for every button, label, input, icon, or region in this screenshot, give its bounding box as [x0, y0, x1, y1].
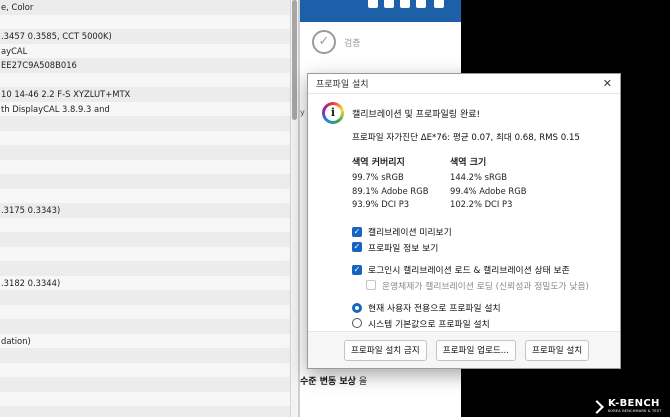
- info-row: .3182 0.3344): [0, 275, 290, 290]
- gamut-coverage-value: 93.9% DCI P3: [352, 199, 410, 210]
- gamut-coverage-value: 89.1% Adobe RGB: [352, 185, 429, 196]
- do-not-install-button[interactable]: 프로파일 설치 금지: [344, 339, 427, 361]
- toolbar-icon[interactable]: [400, 0, 410, 8]
- gamut-volume: 색역 크기 144.2% sRGB 99.4% Adobe RGB 102.2%…: [450, 155, 528, 212]
- info-row: .3175 0.3343): [0, 203, 290, 218]
- toolbar-icon[interactable]: [416, 0, 426, 8]
- gamut-coverage-value: 99.7% sRGB: [352, 172, 404, 182]
- self-check-result: 프로파일 자가진단 ΔE*76: 평균 0.07, 최대 0.68, RMS 0…: [352, 133, 580, 143]
- os-loading-label: 운영체제가 캘리브레이션 로딩 (신뢰성과 정밀도가 낮음): [382, 281, 589, 292]
- logo-tag: KOREA BENCHMARK & TEST: [608, 408, 662, 413]
- install-current-user-radio[interactable]: 현재 사용자 전용으로 프로파일 설치: [352, 300, 608, 316]
- install-profile-button[interactable]: 프로파일 설치: [525, 339, 590, 361]
- profile-info-panel: e, Color .3457 0.3585, CCT 5000K) ayCAL EE2…: [0, 0, 290, 417]
- gamut-volume-value: 99.4% Adobe RGB: [450, 185, 527, 196]
- gamut-summary: 색역 커버리지 99.7% sRGB 89.1% Adobe RGB 93.9%…: [352, 155, 608, 212]
- text-fragment: y: [300, 108, 305, 117]
- info-glyph: i: [325, 105, 341, 121]
- logo-mark-icon: [590, 400, 604, 414]
- info-row: th DisplayCAL 3.8.9.3 and: [0, 101, 290, 116]
- checkbox-unchecked-icon: [366, 280, 376, 291]
- completion-message: 캘리브레이션 및 프로파일링 완료!: [352, 109, 481, 120]
- toolbar-icon[interactable]: [384, 0, 394, 8]
- displaycal-info-icon: i: [322, 102, 344, 124]
- install-system-default-label: 시스템 기본값으로 프로파일 설치: [368, 319, 490, 330]
- info-row: e, Color: [0, 0, 290, 15]
- info-row: [0, 348, 290, 363]
- kbench-logo: K-BENCH KOREA BENCHMARK & TEST: [590, 396, 662, 414]
- scrollbar-thumb[interactable]: [292, 0, 297, 120]
- dialog-title: 프로파일 설치: [316, 80, 369, 90]
- info-row: [0, 130, 290, 145]
- info-row: [0, 246, 290, 261]
- info-row: [0, 362, 290, 377]
- info-row: [0, 391, 290, 406]
- preview-calibration-label: 캘리브레이션 미리보기: [368, 228, 452, 239]
- info-row: [0, 217, 290, 232]
- compensation-text: 수준 변동 보상 을: [300, 374, 367, 387]
- gamut-volume-header: 색역 크기: [450, 158, 487, 168]
- toolbar-icon[interactable]: [368, 0, 378, 8]
- verify-step-label: 검증: [344, 38, 361, 49]
- toolbar-icon[interactable]: [434, 0, 444, 8]
- radio-unselected-icon: [352, 318, 362, 329]
- verify-step[interactable]: ✓ 검증: [312, 30, 361, 54]
- checkbox-checked-icon: ✓: [352, 242, 362, 253]
- profile-install-dialog: 프로파일 설치 ✕ i 캘리브레이션 및 프로파일링 완료! 프로파일 자가진단…: [307, 73, 621, 369]
- info-row: 10 14-46 2.2 F-S XYZLUT+MTX: [0, 87, 290, 102]
- info-row: [0, 406, 290, 417]
- info-row: [0, 377, 290, 392]
- gamut-coverage: 색역 커버리지 99.7% sRGB 89.1% Adobe RGB 93.9%…: [352, 155, 430, 212]
- gamut-coverage-header: 색역 커버리지: [352, 158, 405, 168]
- info-row: [0, 232, 290, 247]
- info-panel-scrollbar[interactable]: [290, 0, 298, 417]
- info-row: [0, 72, 290, 87]
- checkbox-checked-icon: ✓: [352, 226, 362, 237]
- install-current-user-label: 현재 사용자 전용으로 프로파일 설치: [368, 304, 501, 315]
- info-row: .3457 0.3585, CCT 5000K): [0, 29, 290, 44]
- logo-name: K-BENCH: [608, 397, 660, 409]
- load-on-login-checkbox[interactable]: ✓ 로그인시 캘리브레이션 로드 & 캘리브레이션 상태 보존: [352, 262, 608, 278]
- upload-profile-button[interactable]: 프로파일 업로드...: [435, 339, 516, 361]
- os-loading-checkbox[interactable]: 운영체제가 캘리브레이션 로딩 (신뢰성과 정밀도가 낮음): [366, 277, 608, 293]
- app-title-bar: [300, 0, 461, 22]
- info-row: [0, 159, 290, 174]
- info-row: [0, 290, 290, 305]
- profile-info-checkbox[interactable]: ✓ 프로파일 정보 보기: [352, 239, 608, 255]
- dialog-button-bar: 프로파일 설치 금지 프로파일 업로드... 프로파일 설치: [308, 331, 620, 368]
- compensation-bold: 수준 변동 보상: [300, 377, 356, 387]
- info-row: dation): [0, 333, 290, 348]
- radio-selected-icon: [352, 302, 362, 313]
- install-system-default-radio[interactable]: 시스템 기본값으로 프로파일 설치: [352, 315, 608, 331]
- info-row: EE27C9A508B016: [0, 58, 290, 73]
- info-row: [0, 319, 290, 334]
- info-row: [0, 116, 290, 131]
- compensation-tail: 을: [355, 377, 368, 387]
- dialog-title-bar: 프로파일 설치 ✕: [308, 74, 620, 94]
- info-row: [0, 14, 290, 29]
- info-row: [0, 145, 290, 160]
- preview-calibration-checkbox[interactable]: ✓ 캘리브레이션 미리보기: [352, 224, 608, 240]
- profile-info-label: 프로파일 정보 보기: [368, 243, 439, 254]
- info-row: [0, 304, 290, 319]
- info-row: ayCAL: [0, 43, 290, 58]
- info-row: [0, 261, 290, 276]
- info-row: [0, 188, 290, 203]
- check-circle-icon: ✓: [312, 30, 336, 54]
- gamut-volume-value: 102.2% DCI P3: [450, 199, 513, 210]
- close-icon[interactable]: ✕: [603, 77, 612, 90]
- load-on-login-label: 로그인시 캘리브레이션 로드 & 캘리브레이션 상태 보존: [368, 266, 570, 277]
- gamut-volume-value: 144.2% sRGB: [450, 172, 508, 182]
- checkbox-checked-icon: ✓: [352, 264, 362, 275]
- info-row: [0, 174, 290, 189]
